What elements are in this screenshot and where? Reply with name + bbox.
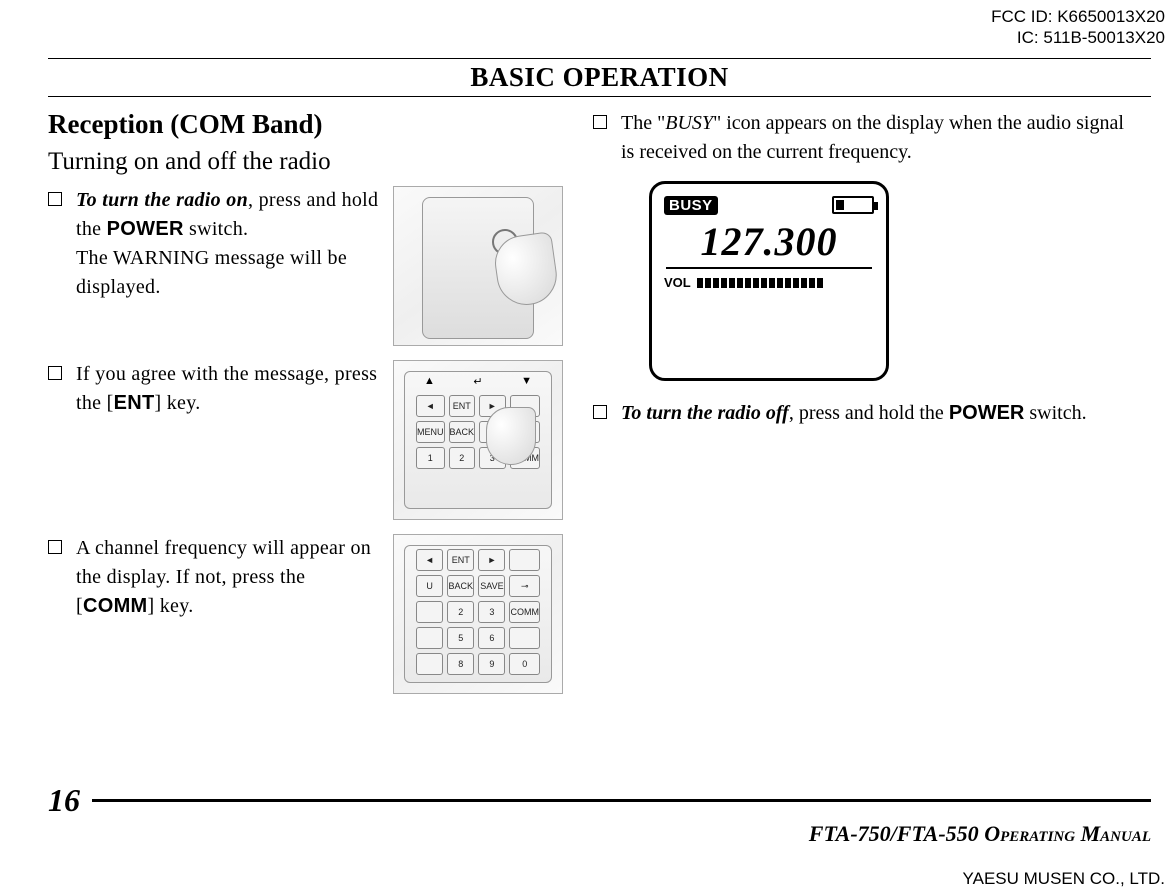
lcd-status-row: BUSY — [664, 194, 874, 216]
radio-illustration — [393, 186, 563, 346]
page-footer: 16 FTA-750/FTA-550 Operating Manual — [48, 782, 1151, 847]
manual-subtitle: Operating Manual — [984, 821, 1151, 846]
lcd-screen: BUSY 127.300 VOL — [649, 181, 889, 381]
left-column: Reception (COM Band) Turning on and off … — [48, 109, 563, 708]
footer-divider — [92, 799, 1151, 802]
manual-model: FTA-750/FTA-550 — [809, 821, 984, 846]
page-number: 16 — [48, 782, 80, 819]
busy-badge: BUSY — [664, 196, 718, 215]
section-title: BASIC OPERATION — [470, 62, 728, 92]
step-item: To turn the radio on, press and hold the… — [48, 186, 563, 346]
checkbox-icon — [48, 540, 62, 554]
turning-on-off-subheading: Turning on and off the radio — [48, 148, 563, 176]
figure-power-switch — [393, 186, 563, 346]
nav-arrows-row: ▲↵▼ — [424, 375, 532, 389]
step-item: A channel frequency will appear on the d… — [48, 534, 563, 694]
step-item: If you agree with the message, press the… — [48, 360, 563, 520]
fcc-id-text: FCC ID: K6650013X20 — [991, 6, 1165, 27]
vol-bars — [697, 278, 823, 288]
content-columns: Reception (COM Band) Turning on and off … — [48, 109, 1151, 708]
lcd-figure: BUSY 127.300 VOL — [649, 181, 1133, 381]
right-column: The "BUSY" icon appears on the display w… — [593, 109, 1133, 708]
company-name: YAESU MUSEN CO., LTD. — [963, 869, 1165, 889]
keypad-illustration: ◄ENT►UBACKSAVE⊸23COMM56890 — [393, 534, 563, 694]
step-text: To turn the radio on, press and hold the… — [76, 186, 387, 302]
frequency-underline — [666, 267, 872, 269]
reception-heading: Reception (COM Band) — [48, 109, 563, 140]
step-text: If you agree with the message, press the… — [76, 360, 387, 418]
regulatory-id-block: FCC ID: K6650013X20 IC: 511B-50013X20 — [991, 6, 1165, 49]
finger-icon — [486, 407, 536, 465]
lcd-frequency: 127.300 — [664, 218, 874, 265]
step-text: A channel frequency will appear on the d… — [76, 534, 387, 621]
ic-id-text: IC: 511B-50013X20 — [991, 27, 1165, 48]
manual-title: FTA-750/FTA-550 Operating Manual — [48, 821, 1151, 847]
step-text: The "BUSY" icon appears on the display w… — [621, 109, 1133, 167]
vol-label: VOL — [664, 275, 691, 290]
checkbox-icon — [48, 366, 62, 380]
manual-page: FCC ID: K6650013X20 IC: 511B-50013X20 BA… — [0, 0, 1171, 895]
lcd-volume-row: VOL — [664, 275, 874, 290]
figure-comm-key: ◄ENT►UBACKSAVE⊸23COMM56890 — [393, 534, 563, 694]
footer-rule-line: 16 — [48, 782, 1151, 819]
checkbox-icon — [593, 405, 607, 419]
step-text: To turn the radio off, press and hold th… — [621, 399, 1133, 428]
checkbox-icon — [48, 192, 62, 206]
step-item: To turn the radio off, press and hold th… — [593, 399, 1133, 428]
keypad-grid-comm: ◄ENT►UBACKSAVE⊸23COMM56890 — [416, 549, 540, 677]
battery-icon — [832, 196, 874, 214]
step-item: The "BUSY" icon appears on the display w… — [593, 109, 1133, 167]
checkbox-icon — [593, 115, 607, 129]
keypad-illustration: ▲↵▼ ◄ENT►MENUBACK⊸123COMM — [393, 360, 563, 520]
section-title-bar: BASIC OPERATION — [48, 58, 1151, 97]
figure-ent-key: ▲↵▼ ◄ENT►MENUBACK⊸123COMM — [393, 360, 563, 520]
